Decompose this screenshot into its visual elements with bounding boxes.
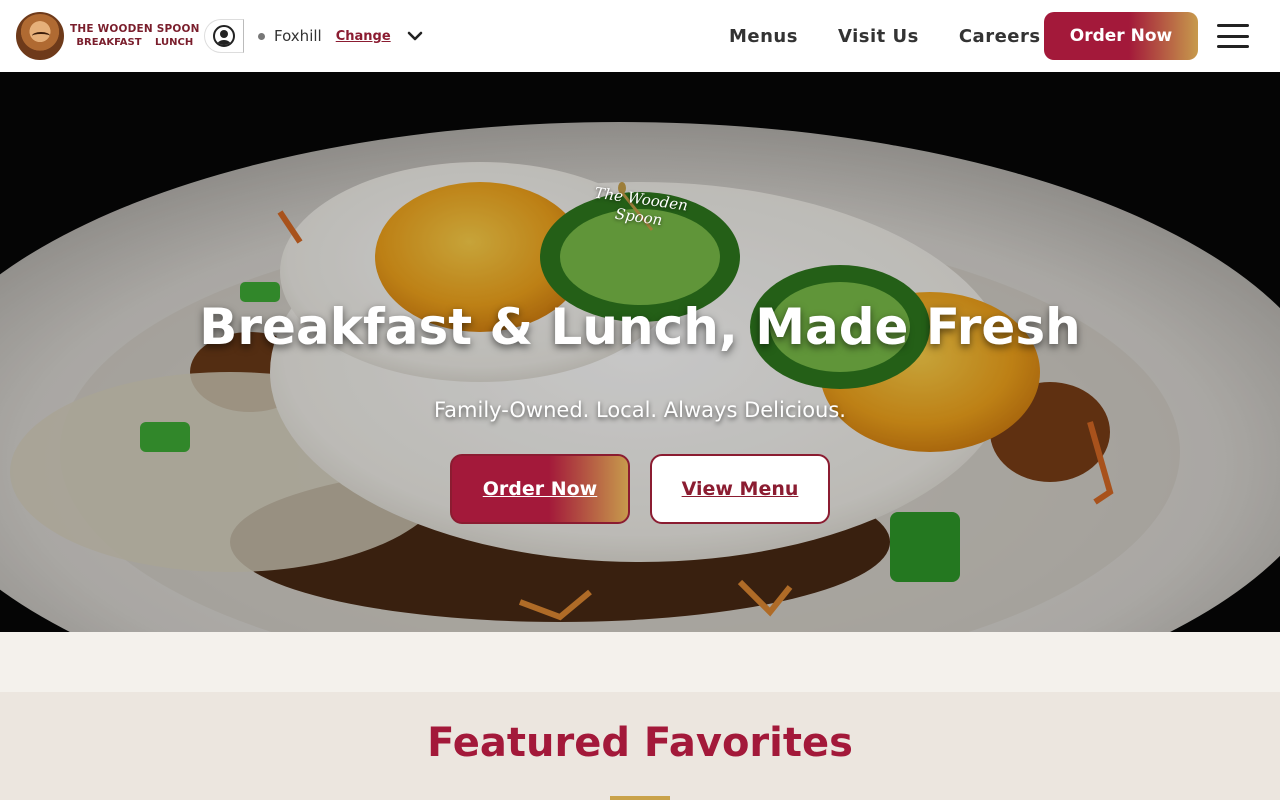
account-button[interactable] — [204, 19, 244, 53]
change-location-link[interactable]: Change — [336, 29, 391, 44]
location-dot-icon — [258, 32, 265, 40]
chevron-down-icon[interactable] — [407, 28, 423, 44]
logo-line-1: THE WOODEN SPOON — [70, 23, 200, 35]
logo-line-2: BREAKFAST LUNCH — [76, 37, 194, 48]
hero-order-now-button[interactable]: Order Now — [450, 454, 630, 524]
nav-visit-us[interactable]: Visit Us — [838, 26, 919, 47]
nav-careers[interactable]: Careers — [959, 26, 1041, 47]
nav-menus[interactable]: Menus — [729, 26, 798, 47]
hamburger-menu-icon[interactable] — [1217, 24, 1249, 48]
order-now-button[interactable]: Order Now — [1044, 12, 1198, 60]
account-icon — [213, 25, 235, 47]
location-name: Foxhill — [274, 27, 322, 45]
main-nav: Menus Visit Us Careers — [729, 0, 1041, 72]
hero-section: The Wooden Spoon Breakfast & Lunch, Made… — [0, 72, 1280, 632]
logo[interactable]: THE WOODEN SPOON BREAKFAST LUNCH — [16, 12, 200, 60]
logo-mascot-icon — [16, 12, 64, 60]
logo-wordmark: THE WOODEN SPOON BREAKFAST LUNCH — [70, 22, 200, 50]
featured-title: Featured Favorites — [427, 720, 853, 766]
hero-title: Breakfast & Lunch, Made Fresh — [199, 298, 1081, 356]
location-selector: Foxhill Change — [204, 19, 423, 53]
hero-subtitle: Family-Owned. Local. Always Delicious. — [434, 398, 846, 422]
featured-section: Featured Favorites — [0, 692, 1280, 800]
hero-view-menu-button[interactable]: View Menu — [650, 454, 830, 524]
divider-strip — [0, 632, 1280, 692]
featured-divider — [610, 796, 670, 800]
site-header: THE WOODEN SPOON BREAKFAST LUNCH Foxhill… — [0, 0, 1280, 72]
